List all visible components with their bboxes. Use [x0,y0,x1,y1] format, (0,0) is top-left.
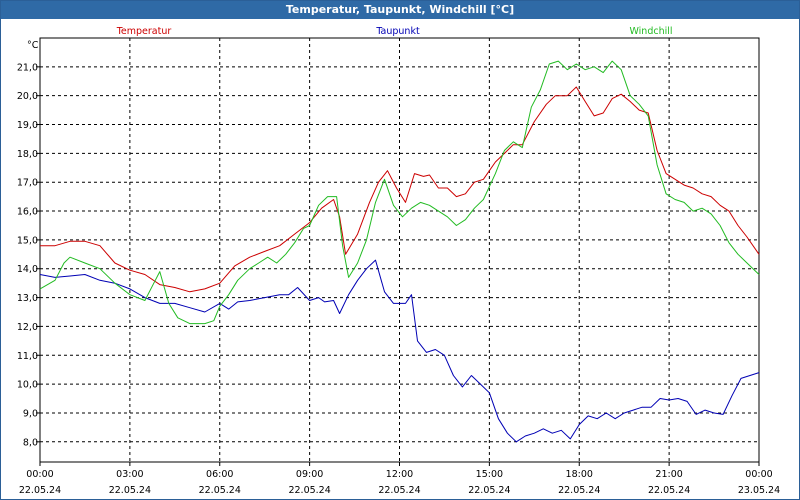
x-tick-date: 22.05.24 [199,485,241,496]
x-tick-date: 22.05.24 [288,485,330,496]
legend: Temperatur Taupunkt Windchill [116,26,673,37]
y-tick-label: 8,0 [23,437,38,448]
x-tick-time: 18:00 [566,469,593,480]
x-tick-labels: 00:00 22.05.24 03:00 22.05.24 06:00 22.05.24 0… [19,462,780,496]
y-tick-label: 16,0 [17,207,38,218]
x-tick-date: 22.05.24 [648,485,690,496]
y-tick-label: 14,0 [17,264,38,275]
x-tick-date: 23.05.24 [738,485,780,496]
y-tick-label: 20,0 [17,91,38,102]
line-chart: 8,0 9,0 10,0 11,0 12,0 13,0 14,0 15,0 16,0 17,0 18… [17,26,780,496]
x-tick-date: 22.05.24 [468,485,510,496]
y-tick-label: 11,0 [17,351,38,362]
legend-entry-windchill: Windchill [629,26,672,37]
x-tick-date: 22.05.24 [558,485,600,496]
y-tick-label: 15,0 [17,235,38,246]
x-tick-date: 22.05.24 [109,485,151,496]
x-tick-time: 00:00 [26,469,53,480]
grid [40,38,759,462]
y-axis-label: °C [27,40,39,51]
x-tick-time: 21:00 [655,469,682,480]
y-tick-label: 10,0 [17,380,38,391]
y-tick-label: 13,0 [17,293,38,304]
y-tick-label: 17,0 [17,178,38,189]
y-tick-label: 9,0 [23,408,38,419]
x-tick-time: 15:00 [476,469,503,480]
x-tick-time: 06:00 [206,469,233,480]
x-tick-time: 03:00 [116,469,143,480]
legend-entry-taupunkt: Taupunkt [375,26,420,37]
legend-entry-temperatur: Temperatur [116,26,172,37]
x-tick-time: 09:00 [296,469,323,480]
y-tick-label: 12,0 [17,322,38,333]
chart-window: Temperatur, Taupunkt, Windchill [°C] 8,0… [0,0,800,500]
x-tick-time: 12:00 [386,469,413,480]
y-tick-labels: 8,0 9,0 10,0 11,0 12,0 13,0 14,0 15,0 16,0 17,0 18… [17,62,40,448]
y-tick-label: 21,0 [17,62,38,73]
x-tick-date: 22.05.24 [19,485,61,496]
y-tick-label: 18,0 [17,149,38,160]
x-tick-time: 00:00 [745,469,772,480]
x-tick-date: 22.05.24 [378,485,420,496]
y-tick-label: 19,0 [17,120,38,131]
